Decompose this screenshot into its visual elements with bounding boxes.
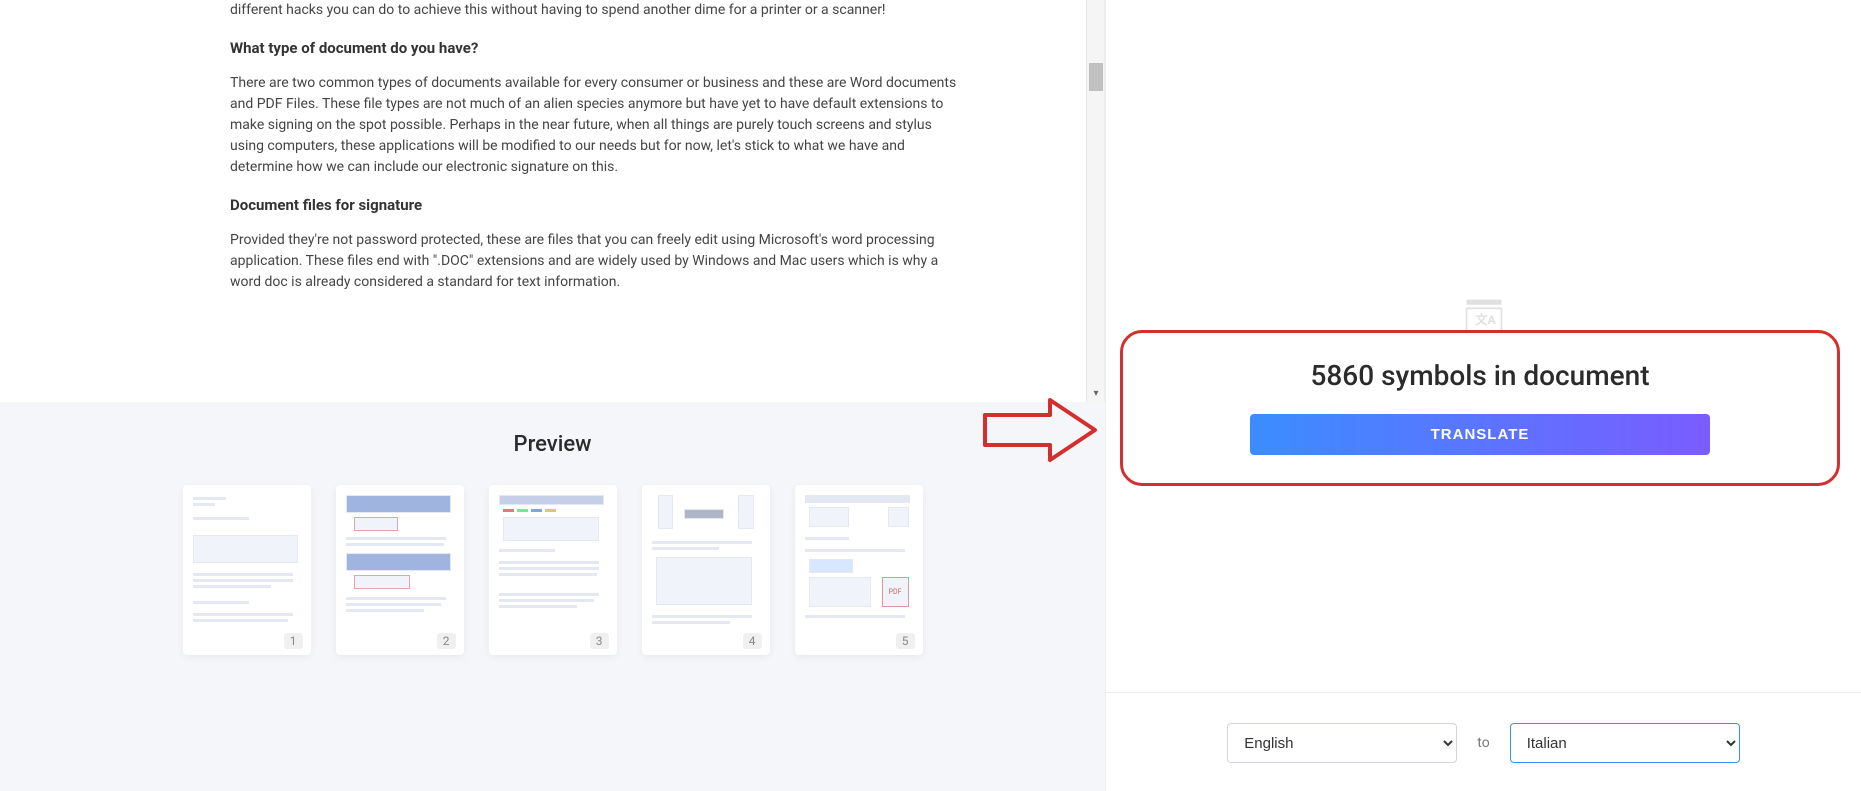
doc-paragraph: There are two common types of documents …	[230, 73, 964, 178]
doc-heading: What type of document do you have?	[230, 39, 964, 57]
doc-scrollbar-thumb[interactable]	[1089, 63, 1103, 91]
page-thumbnail[interactable]: 3	[489, 485, 617, 655]
page-number: 5	[896, 633, 915, 649]
page-number: 3	[590, 633, 609, 649]
document-viewer[interactable]: different hacks you can do to achieve th…	[0, 0, 1105, 402]
page-thumbnail[interactable]: 2	[336, 485, 464, 655]
preview-section: Preview 1	[0, 402, 1105, 791]
page-thumbnail[interactable]: 1	[183, 485, 311, 655]
translate-panel: 文 A 5860 symbols in document TRANSLATE E…	[1105, 0, 1861, 791]
doc-scrollbar[interactable]: ▾	[1086, 0, 1104, 402]
page-number: 4	[743, 633, 762, 649]
page-number: 2	[437, 633, 456, 649]
language-selector-row: English to Italian	[1106, 692, 1861, 763]
page-number: 1	[284, 633, 303, 649]
doc-paragraph: Provided they're not password protected,…	[230, 230, 964, 293]
translate-card: 5860 symbols in document TRANSLATE	[1120, 330, 1840, 486]
svg-text:文: 文	[1475, 312, 1488, 327]
source-language-select[interactable]: English	[1227, 723, 1457, 763]
target-language-select[interactable]: Italian	[1510, 723, 1740, 763]
page-thumbnail[interactable]: 4	[642, 485, 770, 655]
svg-text:A: A	[1487, 313, 1496, 327]
page-thumbnail[interactable]: PDF 5	[795, 485, 923, 655]
doc-heading: Document files for signature	[230, 196, 964, 214]
translate-button[interactable]: TRANSLATE	[1250, 414, 1710, 455]
preview-title: Preview	[0, 432, 1105, 457]
doc-paragraph: different hacks you can do to achieve th…	[230, 0, 964, 21]
to-label: to	[1477, 735, 1489, 751]
symbol-count: 5860 symbols in document	[1163, 359, 1797, 392]
arrow-annotation-icon	[980, 395, 1100, 465]
